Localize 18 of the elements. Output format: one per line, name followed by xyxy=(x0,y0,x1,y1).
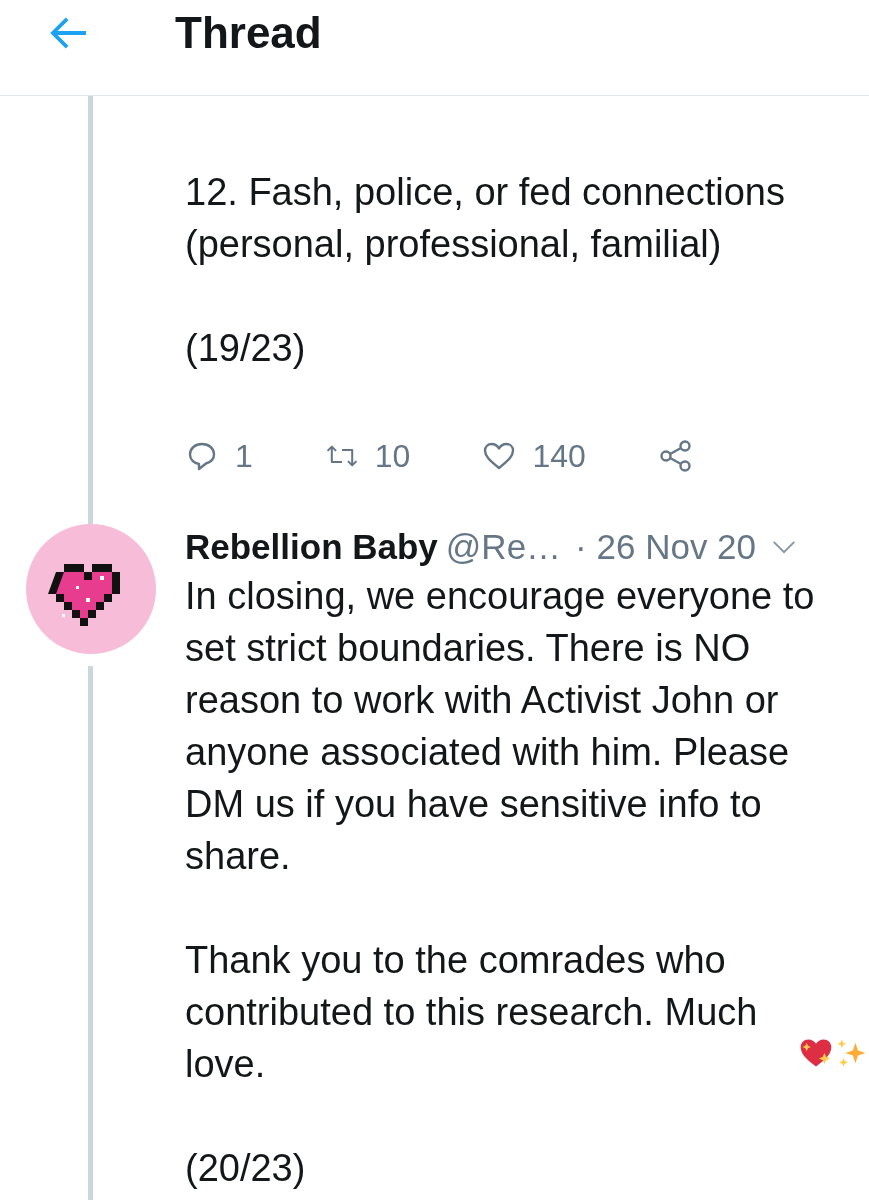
tweet-text: (19/23) xyxy=(185,326,307,371)
avatar[interactable] xyxy=(25,524,156,654)
share-icon[interactable] xyxy=(657,439,692,473)
chevron-down-icon[interactable] xyxy=(772,540,797,554)
heart-icon[interactable] xyxy=(482,441,517,471)
back-arrow-icon[interactable] xyxy=(50,15,88,50)
tweet-text: Thank you to the comrades who contributed to this research. Much love. xyxy=(185,938,759,1087)
tweet-text: 12. Fash, police, or fed connections (personal, professional, familial) xyxy=(185,170,786,267)
tweet-date: · 26 Nov 20 xyxy=(575,526,757,568)
author-handle[interactable]: @Re… xyxy=(445,521,562,573)
header-title: Thread xyxy=(175,7,322,58)
author-name[interactable]: Rebellion Baby xyxy=(185,521,438,573)
tweet-text: (20/23) xyxy=(185,1146,307,1191)
like-count: 140 xyxy=(532,437,586,476)
tweet-text: In closing, we encourage everyone to set strict boundaries. There is NO reason to work with Activist John or anyone associated with him. Please DM us if you have sensitive info to share. xyxy=(185,574,816,879)
retweet-count: 10 xyxy=(374,437,411,476)
sparkling-heart-icon xyxy=(799,1037,833,1069)
reply-count: 1 xyxy=(235,437,253,476)
